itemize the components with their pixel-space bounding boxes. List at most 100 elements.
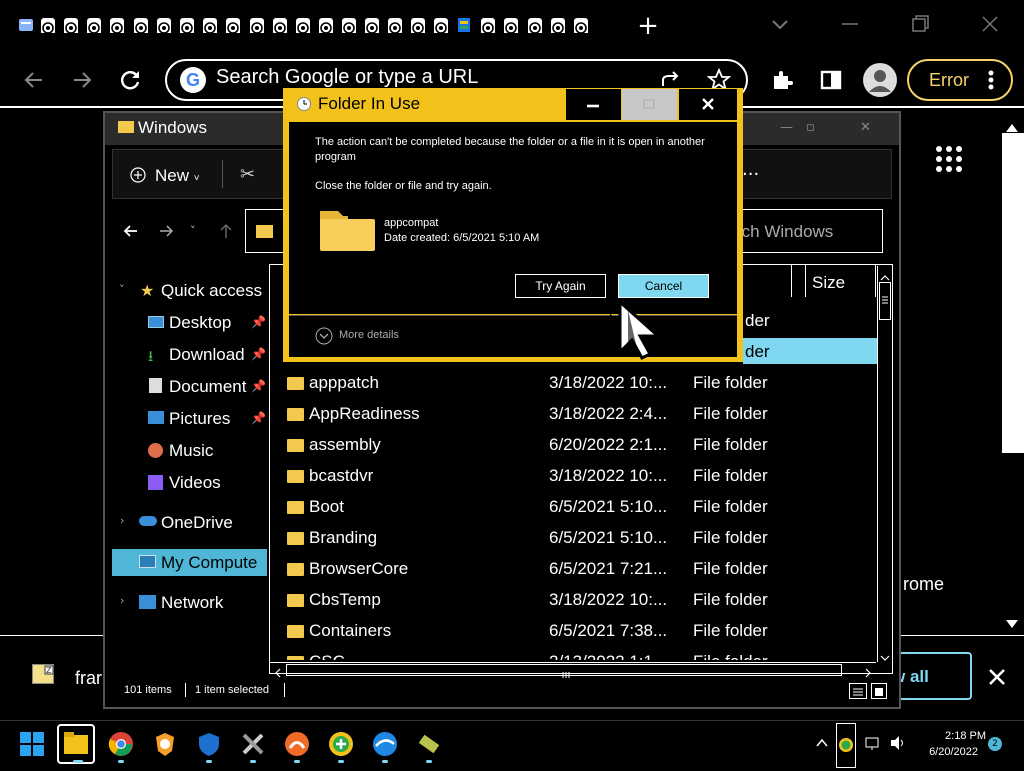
- apps-grid-icon[interactable]: [935, 145, 963, 173]
- scroll-up-arrow-icon[interactable]: [1005, 118, 1019, 132]
- nav-network[interactable]: Network: [161, 593, 223, 613]
- explorer-close-icon[interactable]: ✕: [860, 120, 871, 135]
- scroll-up-icon[interactable]: [880, 268, 890, 281]
- scroll-left-icon[interactable]: [272, 664, 284, 678]
- close-download-bar-icon[interactable]: [986, 666, 1008, 688]
- dialog-close-button[interactable]: [679, 89, 737, 120]
- column-divider[interactable]: [805, 265, 806, 297]
- extensions-puzzle-icon[interactable]: [768, 66, 796, 94]
- nav-music[interactable]: Music: [169, 441, 213, 461]
- taskbar-shield-icon[interactable]: [195, 730, 223, 758]
- tab-loading-favicon-icon[interactable]: [225, 12, 241, 38]
- start-windows-icon[interactable]: [20, 732, 44, 756]
- taskbar-brave-icon[interactable]: [151, 730, 179, 758]
- nav-videos[interactable]: Videos: [169, 473, 221, 493]
- nav-desktop[interactable]: Desktop: [169, 313, 231, 333]
- explorer-search-box[interactable]: rch Windows: [736, 209, 883, 253]
- nav-documents[interactable]: Document: [169, 377, 249, 397]
- vertical-scrollbar[interactable]: [877, 266, 892, 662]
- tray-overflow-chevron-icon[interactable]: [814, 735, 830, 751]
- table-row[interactable]: Branding 6/5/2021 5:10... File folder: [287, 524, 877, 554]
- chrome-menu-icon[interactable]: [985, 68, 997, 94]
- tab-loading-favicon-icon[interactable]: [295, 12, 311, 38]
- new-tab-button[interactable]: +: [636, 13, 660, 39]
- more-options-icon[interactable]: ···: [742, 164, 759, 185]
- table-row[interactable]: apppatch 3/18/2022 10:... File folder: [287, 369, 877, 399]
- close-window-icon[interactable]: [978, 12, 1002, 36]
- notification-badge[interactable]: 2: [988, 737, 1002, 751]
- table-row[interactable]: AppReadiness 3/18/2022 2:4... File folder: [287, 400, 877, 430]
- nav-quick-access[interactable]: Quick access: [161, 281, 262, 301]
- table-row[interactable]: assembly 6/20/2022 2:1... File folder: [287, 431, 877, 461]
- taskbar-orange-app-icon[interactable]: [283, 730, 311, 758]
- more-details-link[interactable]: More details: [339, 329, 399, 341]
- tab-loading-favicon-icon[interactable]: [40, 12, 56, 38]
- tab-loading-favicon-icon[interactable]: [341, 12, 357, 38]
- tiles-view-icon[interactable]: [871, 683, 887, 699]
- vertical-scroll-thumb[interactable]: [879, 282, 891, 320]
- explorer-forward-icon[interactable]: [157, 222, 175, 240]
- scroll-down-arrow-icon[interactable]: [1005, 614, 1019, 628]
- collapse-chevron-icon[interactable]: ›: [120, 594, 124, 607]
- column-header-size[interactable]: Size: [812, 273, 845, 293]
- recent-locations-chevron-icon[interactable]: ˅: [190, 224, 196, 237]
- up-arrow-icon[interactable]: [218, 222, 234, 240]
- taskbar-battery-app-icon[interactable]: [415, 730, 443, 758]
- table-row[interactable]: CSC 2/13/2022 1:1... File folder: [287, 648, 877, 660]
- clock-date[interactable]: 6/20/2022: [918, 746, 978, 758]
- profile-avatar-icon[interactable]: [863, 63, 897, 97]
- nav-onedrive[interactable]: OneDrive: [161, 513, 233, 533]
- download-item-name[interactable]: frar: [75, 668, 102, 689]
- tab-loading-favicon-icon[interactable]: [63, 12, 79, 38]
- column-divider[interactable]: [791, 265, 792, 297]
- tab-loading-favicon-icon[interactable]: [433, 12, 449, 38]
- selected-row-highlight[interactable]: der: [743, 338, 877, 364]
- new-button[interactable]: New ˅: [155, 166, 200, 186]
- tab-loading-favicon-icon[interactable]: [202, 12, 218, 38]
- explorer-minimize-icon[interactable]: —: [780, 120, 793, 135]
- tab-loading-favicon-icon[interactable]: [133, 12, 149, 38]
- tab-loading-favicon-icon[interactable]: [179, 12, 195, 38]
- table-row[interactable]: CbsTemp 3/18/2022 10:... File folder: [287, 586, 877, 616]
- tab-loading-favicon-icon[interactable]: [550, 12, 566, 38]
- details-view-icon[interactable]: [849, 683, 867, 699]
- page-scrollbar-thumb[interactable]: [1002, 133, 1024, 453]
- tab-favicon-icon[interactable]: [18, 12, 34, 38]
- tab-loading-favicon-icon[interactable]: [387, 12, 403, 38]
- taskbar-blue-app-icon[interactable]: [371, 730, 399, 758]
- tab-loading-favicon-icon[interactable]: [109, 12, 125, 38]
- volume-icon[interactable]: [889, 735, 907, 751]
- restore-icon[interactable]: [908, 12, 932, 36]
- tab-loading-favicon-icon[interactable]: [272, 12, 288, 38]
- side-panel-icon[interactable]: [817, 66, 845, 94]
- tab-loading-favicon-icon[interactable]: [364, 12, 380, 38]
- collapse-chevron-icon[interactable]: ›: [120, 514, 124, 527]
- tab-loading-favicon-icon[interactable]: [318, 12, 334, 38]
- clock-time[interactable]: 2:18 PM: [926, 730, 986, 742]
- scroll-down-icon[interactable]: [880, 648, 890, 661]
- taskbar-file-explorer-button[interactable]: [57, 724, 95, 764]
- network-tray-icon[interactable]: [865, 736, 881, 750]
- back-icon[interactable]: [20, 66, 48, 94]
- tab-loading-favicon-icon[interactable]: [156, 12, 172, 38]
- tab-loading-favicon-icon[interactable]: [86, 12, 102, 38]
- nav-pictures[interactable]: Pictures: [169, 409, 230, 429]
- explorer-back-icon[interactable]: [122, 222, 140, 240]
- taskbar-green-plus-icon[interactable]: [327, 730, 355, 758]
- tab-loading-favicon-icon[interactable]: [527, 12, 543, 38]
- tab-search-icon[interactable]: [768, 12, 792, 36]
- dialog-minimize-button[interactable]: [566, 89, 621, 120]
- table-row[interactable]: Containers 6/5/2021 7:38... File folder: [287, 617, 877, 647]
- more-details-chevron-icon[interactable]: [315, 327, 333, 345]
- tab-loading-favicon-icon[interactable]: [480, 12, 496, 38]
- expand-chevron-icon[interactable]: ˅: [119, 283, 125, 296]
- explorer-window-controls[interactable]: — ▫ ✕: [780, 114, 880, 144]
- forward-icon[interactable]: [68, 66, 96, 94]
- table-row[interactable]: bcastdvr 3/18/2022 10:... File folder: [287, 462, 877, 492]
- explorer-maximize-icon[interactable]: ▫: [806, 120, 815, 135]
- tab-app-favicon-icon[interactable]: [456, 12, 472, 38]
- tray-highlighted-app[interactable]: [836, 723, 856, 768]
- try-again-button[interactable]: Try Again: [515, 274, 606, 298]
- tab-loading-favicon-icon[interactable]: [249, 12, 265, 38]
- horizontal-scroll-thumb[interactable]: [286, 664, 842, 678]
